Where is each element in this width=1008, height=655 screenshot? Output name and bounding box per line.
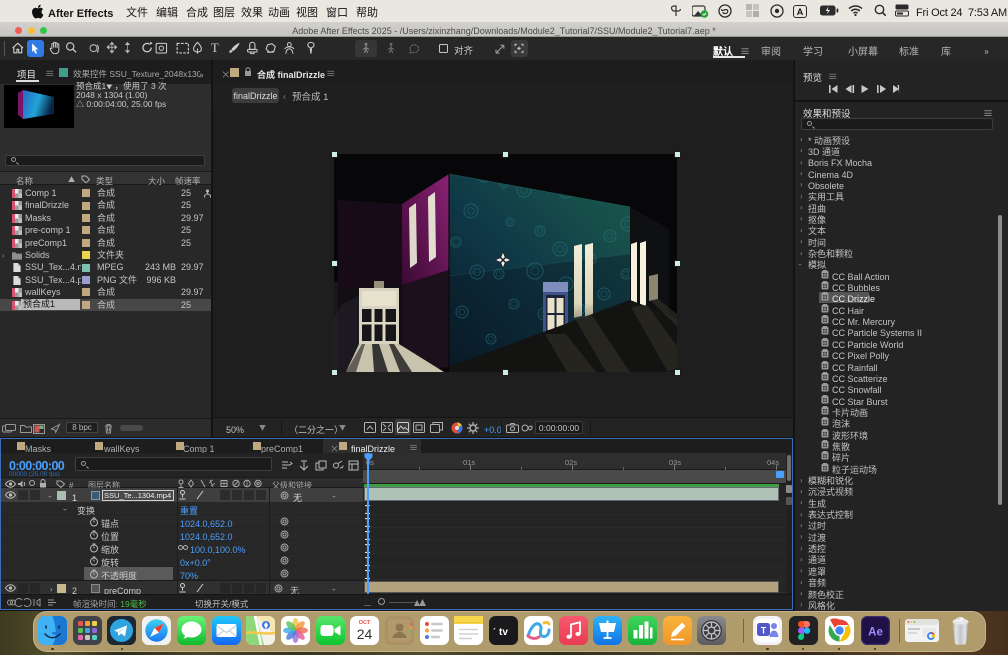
svg-text:24: 24 <box>357 626 373 642</box>
svg-text:T: T <box>760 626 766 636</box>
svg-text:tv: tv <box>499 627 508 638</box>
svg-text:Ae: Ae <box>868 627 883 639</box>
